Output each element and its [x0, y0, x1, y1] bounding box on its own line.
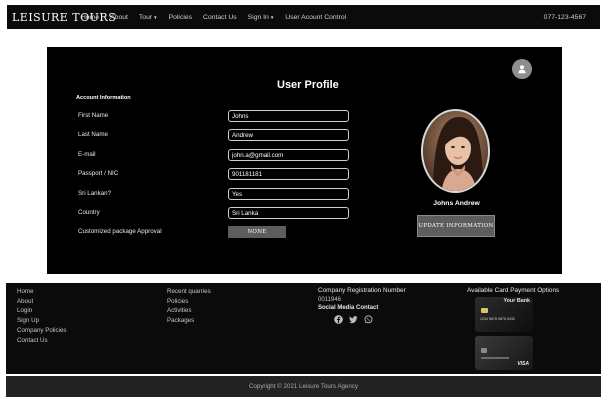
page-title: User Profile: [277, 79, 339, 91]
country-field[interactable]: [228, 207, 349, 219]
email-row: E-mail: [78, 149, 353, 161]
user-display-name: Johns Andrew: [433, 200, 480, 207]
footer-link-company-policies[interactable]: Company Policies: [17, 326, 67, 336]
copyright-bar: Copyright © 2021 Leisure Tours Agency: [6, 376, 601, 397]
footer-link-contact-us[interactable]: Contact Us: [17, 336, 67, 346]
email-field[interactable]: [228, 149, 349, 161]
registration-heading: Company Registration Number: [318, 287, 406, 294]
approval-status-button[interactable]: NONE: [228, 226, 286, 238]
footer-link-about[interactable]: About: [17, 297, 67, 307]
footer-link-policies[interactable]: Policies: [167, 297, 211, 307]
nav-item-about[interactable]: About: [110, 14, 128, 21]
facebook-icon[interactable]: [334, 315, 343, 324]
footer-links-secondary: Recent quarries Policies Activities Pack…: [167, 287, 211, 326]
passport-label: Passport / NIC: [78, 170, 119, 177]
card-chip-icon: [481, 308, 488, 313]
top-navbar: LEISURE TOURS Home About Tour ▼ Policies …: [7, 5, 600, 29]
user-circle-icon: [518, 65, 526, 74]
footer-link-activities[interactable]: Activities: [167, 306, 211, 316]
footer-links-main: Home About Login Sign Up Company Policie…: [17, 287, 67, 345]
first-name-field[interactable]: [228, 110, 349, 122]
nav-item-label: User Acount Control: [285, 13, 347, 21]
footer-link-sign-up[interactable]: Sign Up: [17, 316, 67, 326]
update-information-button[interactable]: UPDATE INFORMATION: [417, 215, 495, 237]
card-bank-name: Your Bank: [503, 298, 530, 304]
footer-link-login[interactable]: Login: [17, 306, 67, 316]
last-name-field[interactable]: [228, 129, 349, 141]
nav-item-label: Policies: [168, 13, 193, 21]
profile-photo: [421, 109, 490, 193]
sri-lankan-field[interactable]: [228, 188, 349, 200]
phone-number: 077-123-4567: [543, 13, 586, 21]
twitter-icon[interactable]: [349, 315, 358, 324]
profile-photo-image: [423, 111, 488, 191]
passport-row: Passport / NIC: [78, 168, 353, 180]
nav-item-label: Tour: [138, 13, 153, 21]
nav-item-label: Home: [81, 13, 100, 21]
card-chip-icon: [481, 348, 487, 353]
payment-heading: Available Card Payment Options: [467, 287, 560, 294]
brand-logo[interactable]: LEISURE TOURS: [7, 11, 116, 24]
copyright-text: Copyright © 2021 Leisure Tours Agency: [248, 383, 358, 390]
footer-link-recent-quarries[interactable]: Recent quarries: [167, 287, 211, 297]
footer-link-packages[interactable]: Packages: [167, 316, 211, 326]
nav-item-contact-us[interactable]: Contact Us: [203, 14, 237, 21]
footer-payment-options: Available Card Payment Options: [467, 287, 559, 294]
nav-item-label: Contact Us: [203, 13, 237, 21]
payment-card-bank: Your Bank 1234 5678 9876 5432: [475, 297, 533, 332]
card-number-dots: [481, 357, 509, 359]
approval-row: Customized package Approval NONE: [78, 226, 353, 238]
sri-lankan-row: Sri Lankan?: [78, 188, 353, 200]
footer-company-info: Company Registration Number 0011946 Soci…: [318, 287, 406, 324]
first-name-label: First Name: [78, 112, 109, 119]
caret-down-icon: ▼: [269, 14, 275, 20]
nav-item-label: Sign In: [247, 13, 269, 21]
email-label: E-mail: [78, 151, 96, 158]
nav-menu: Home About Tour ▼ Policies Contact Us Sig…: [77, 14, 346, 21]
card-number: 1234 5678 9876 5432: [480, 317, 515, 321]
nav-item-label: About: [110, 13, 128, 21]
whatsapp-icon[interactable]: [364, 315, 373, 324]
nav-item-home[interactable]: Home: [81, 14, 99, 21]
nav-item-tour[interactable]: Tour ▼: [139, 14, 158, 21]
section-heading: Account Information: [76, 95, 131, 101]
passport-field[interactable]: [228, 168, 349, 180]
country-label: Country: [78, 209, 100, 216]
visa-logo: VISA: [517, 361, 529, 367]
payment-card-visa: VISA: [475, 336, 533, 370]
nav-item-policies[interactable]: Policies: [169, 14, 192, 21]
user-icon-button[interactable]: [512, 59, 532, 79]
social-icons: [334, 315, 406, 324]
user-profile-card: User Profile Account Information First N…: [47, 47, 562, 274]
social-heading: Social Media Contact: [318, 305, 379, 311]
last-name-label: Last Name: [78, 131, 108, 138]
nav-item-sign-in[interactable]: Sign In ▼: [248, 14, 275, 21]
sri-lankan-label: Sri Lankan?: [78, 190, 112, 197]
footer: Home About Login Sign Up Company Policie…: [6, 283, 601, 374]
last-name-row: Last Name: [78, 129, 353, 141]
nav-item-user-account-control[interactable]: User Acount Control: [285, 14, 346, 21]
first-name-row: First Name: [78, 110, 353, 122]
registration-number: 0011946: [318, 297, 341, 303]
approval-label: Customized package Approval: [78, 228, 162, 235]
footer-link-home[interactable]: Home: [17, 287, 67, 297]
caret-down-icon: ▼: [153, 14, 158, 20]
country-row: Country: [78, 207, 353, 219]
